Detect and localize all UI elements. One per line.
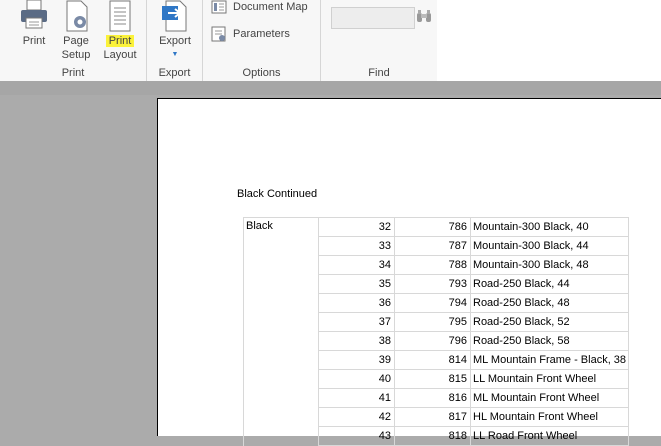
product-name-cell: Road-250 Black, 48 (469, 293, 630, 313)
product-name-cell: LL Road Front Wheel (469, 426, 630, 446)
viewer-border (0, 81, 661, 95)
row-number-cell: 40 (318, 369, 395, 389)
product-id-cell: 787 (394, 236, 471, 256)
product-id-cell: 795 (394, 312, 471, 332)
page-setup-icon (66, 0, 88, 32)
report-subtitle: Black Continued (237, 188, 318, 200)
product-name-cell: HL Mountain Front Wheel (469, 407, 630, 427)
row-number-cell: 43 (318, 426, 395, 446)
options-group: Document Map Parameters Options (203, 0, 321, 81)
parameters-label: Parameters (233, 28, 290, 40)
product-name-cell: ML Mountain Frame - Black, 38 (469, 350, 630, 370)
report-table-body: Black 32 786 Mountain-300 Black, 40 33 787 Mou… (243, 217, 630, 446)
product-id-cell: 794 (394, 293, 471, 313)
find-input[interactable] (331, 7, 415, 29)
row-number-cell: 35 (318, 274, 395, 294)
product-name-cell: ML Mountain Front Wheel (469, 388, 630, 408)
parameters-button[interactable]: Parameters (211, 26, 290, 42)
export-button-label: Export (159, 35, 191, 47)
row-number-cell: 39 (318, 350, 395, 370)
product-name-cell: Road-250 Black, 52 (469, 312, 630, 332)
product-name-cell: LL Mountain Front Wheel (469, 369, 630, 389)
row-number-cell: 34 (318, 255, 395, 275)
product-name-cell: Mountain-300 Black, 40 (469, 217, 630, 237)
row-number-cell: 42 (318, 407, 395, 427)
product-id-cell: 818 (394, 426, 471, 446)
export-group-label: Export (158, 67, 191, 79)
printer-icon (21, 0, 47, 29)
product-name-cell: Mountain-300 Black, 44 (469, 236, 630, 256)
report-page: Black Continued Black 32 786 Mountain-300 B… (157, 98, 661, 446)
print-group-label: Print (61, 67, 85, 79)
product-id-cell: 814 (394, 350, 471, 370)
product-id-cell: 796 (394, 331, 471, 351)
row-number-cell: 41 (318, 388, 395, 408)
document-map-icon (211, 0, 227, 14)
binoculars-icon[interactable] (416, 9, 432, 23)
table-row: Black 32 786 Mountain-300 Black, 40 (243, 217, 630, 446)
product-id-cell: 815 (394, 369, 471, 389)
row-number-cell: 36 (318, 293, 395, 313)
print-layout-label-line2: Layout (103, 49, 137, 61)
find-group: Find (321, 0, 438, 81)
product-id-cell: 817 (394, 407, 471, 427)
page-setup-label-line1: Page (63, 35, 89, 47)
chevron-down-icon[interactable]: ▼ (154, 48, 196, 62)
document-map-button[interactable]: Document Map (211, 0, 308, 14)
print-group: Print Page Setup Print Layout Print (0, 0, 147, 81)
product-name-cell: Road-250 Black, 44 (469, 274, 630, 294)
product-id-cell: 816 (394, 388, 471, 408)
print-layout-button[interactable]: Print Layout (100, 0, 140, 62)
product-id-cell: 788 (394, 255, 471, 275)
find-group-label: Find (368, 67, 390, 79)
product-id-cell: 793 (394, 274, 471, 294)
page-setup-label-line2: Setup (61, 49, 91, 61)
export-button[interactable]: Export ▼ (154, 0, 196, 62)
row-number-cell: 37 (318, 312, 395, 332)
report-table: Black 32 786 Mountain-300 Black, 40 33 787 Mou… (243, 217, 630, 446)
print-layout-label-line1: Print (105, 35, 135, 47)
print-button-label: Print (22, 35, 46, 47)
page-setup-button[interactable]: Page Setup (56, 0, 96, 62)
print-button[interactable]: Print (14, 0, 54, 48)
product-id-cell: 786 (394, 217, 471, 237)
row-number-cell: 33 (318, 236, 395, 256)
group-label-cell: Black (243, 217, 319, 446)
product-name-cell: Road-250 Black, 58 (469, 331, 630, 351)
export-icon (162, 0, 187, 32)
row-number-cell: 32 (318, 217, 395, 237)
export-group: Export ▼ Export (147, 0, 203, 81)
ribbon-empty-area (437, 0, 661, 81)
row-number-cell: 38 (318, 331, 395, 351)
document-map-label: Document Map (233, 1, 308, 13)
parameters-icon (211, 26, 226, 42)
options-group-label: Options (242, 67, 281, 79)
print-layout-icon (109, 0, 131, 32)
product-name-cell: Mountain-300 Black, 48 (469, 255, 630, 275)
ribbon-toolbar: Print Page Setup Print Layout Print Expo… (0, 0, 661, 82)
